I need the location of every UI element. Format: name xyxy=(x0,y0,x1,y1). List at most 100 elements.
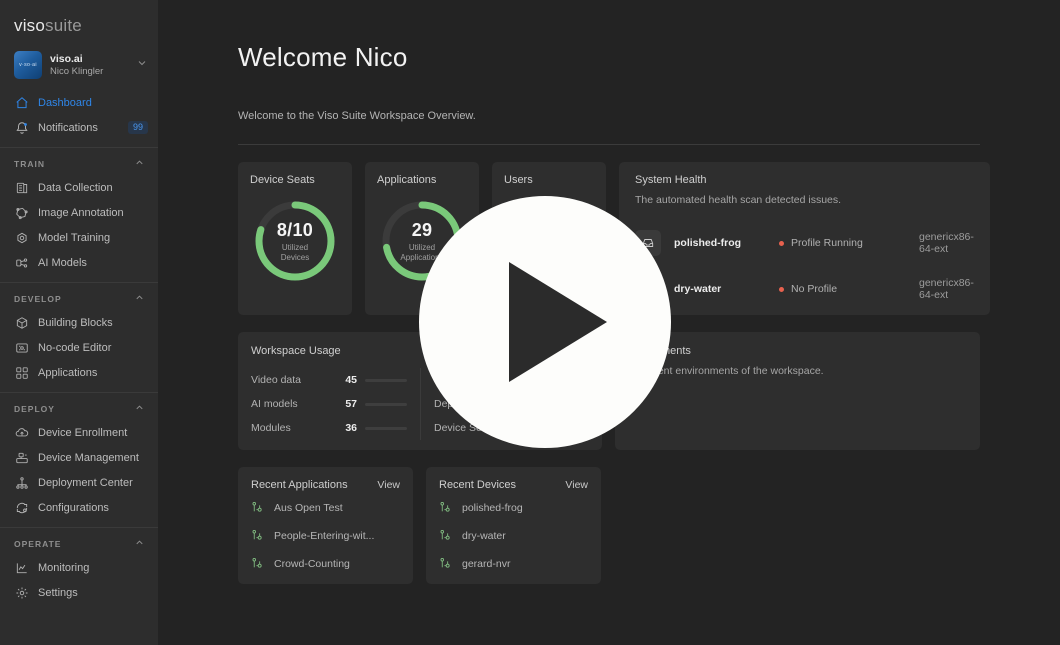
sidebar-item-label: Notifications xyxy=(38,121,98,134)
node-icon xyxy=(439,529,453,542)
page-subtitle: Welcome to the Viso Suite Workspace Over… xyxy=(238,110,476,122)
list-item[interactable]: gerard-nvr xyxy=(439,552,588,575)
list-item[interactable]: People-Entering-wit... xyxy=(251,524,400,547)
sidebar-item-monitoring[interactable]: Monitoring xyxy=(0,555,158,580)
donut-value: 29 xyxy=(411,219,433,240)
account-name: viso.ai xyxy=(50,52,83,65)
device-arch: genericx86-64-ext xyxy=(919,277,974,301)
account-switcher[interactable]: v·so·ai viso.ai Nico Klingler xyxy=(0,46,158,84)
donut-caption-2: Devices xyxy=(280,252,310,262)
notification-badge: 99 xyxy=(127,120,148,135)
node-icon xyxy=(439,557,453,570)
table-row[interactable]: dry-water No Profile genericx86-64-ext xyxy=(635,266,974,312)
sidebar-item-building-blocks[interactable]: Building Blocks xyxy=(0,310,158,335)
card-users[interactable]: Users xyxy=(492,162,606,315)
card-system-health: System Health The automated health scan … xyxy=(619,162,990,315)
section-title: OPERATE xyxy=(14,538,62,549)
sidebar-item-image-annotation[interactable]: Image Annotation xyxy=(0,200,158,225)
sidebar-item-dashboard[interactable]: Dashboard xyxy=(0,90,158,115)
sidebar-item-data-collection[interactable]: Data Collection xyxy=(0,175,158,200)
config-gear-icon xyxy=(14,500,29,515)
sidebar-item-label: Image Annotation xyxy=(38,206,124,219)
card-recent-devices: Recent Devices View polished-frog dry-wa… xyxy=(426,467,601,584)
sidebar-item-settings[interactable]: Settings xyxy=(0,580,158,605)
section-title: DEPLOY xyxy=(14,403,55,414)
list-item-label: People-Entering-wit... xyxy=(274,529,375,542)
device-arch: genericx86-64-ext xyxy=(919,231,974,255)
section-title: TRAIN xyxy=(14,158,45,169)
database-icon xyxy=(14,180,29,195)
status-dot-icon xyxy=(779,240,784,246)
status-badge: Profile Running xyxy=(779,237,919,249)
sidebar-item-applications[interactable]: Applications xyxy=(0,360,158,385)
app-window: visosuite v·so·ai viso.ai Nico Klingler … xyxy=(0,0,1060,645)
list-item-label: polished-frog xyxy=(462,501,523,514)
logo: visosuite xyxy=(0,0,158,46)
usage-value: 36 xyxy=(345,422,357,434)
sidebar-item-device-management[interactable]: Device Management xyxy=(0,445,158,470)
inbox-icon xyxy=(635,230,661,256)
donut-caption-1: Utilized xyxy=(281,242,309,252)
list-item-label: gerard-nvr xyxy=(462,557,511,570)
usage-row: Workspace Usage Video data 45 AI models … xyxy=(238,332,980,450)
card-applications[interactable]: Applications 29 Utilized Applications xyxy=(365,162,479,315)
card-device-seats[interactable]: Device Seats 8/10 Utilized Devices xyxy=(238,162,352,315)
card-title: Users xyxy=(504,174,533,186)
usage-label: Modules xyxy=(251,422,291,434)
models-icon xyxy=(14,255,29,270)
view-link[interactable]: View xyxy=(377,479,400,491)
list-item[interactable]: dry-water xyxy=(439,524,588,547)
list-item-label: Crowd-Counting xyxy=(274,557,350,570)
table-row[interactable]: polished-frog Profile Running genericx86… xyxy=(635,220,974,266)
sidebar-item-no-code-editor[interactable]: No-code Editor xyxy=(0,335,158,360)
sidebar-item-deployment-center[interactable]: Deployment Center xyxy=(0,470,158,495)
section-header-operate[interactable]: OPERATE xyxy=(0,528,158,555)
sidebar-item-label: AI Models xyxy=(38,256,87,269)
main-content: Welcome Nico Welcome to the Viso Suite W… xyxy=(158,0,1060,645)
sidebar-item-label: Monitoring xyxy=(38,561,90,574)
logo-primary: viso xyxy=(14,16,46,35)
card-workspace-usage: Workspace Usage Video data 45 AI models … xyxy=(238,332,602,450)
donut-caption-1: Utilized xyxy=(408,242,436,252)
card-title: Device Seats xyxy=(250,174,315,186)
usage-column-right: Dep Device Sea xyxy=(420,368,602,440)
section-header-train[interactable]: TRAIN xyxy=(0,148,158,175)
card-title: System Health xyxy=(635,174,707,186)
inbox-icon xyxy=(635,276,661,302)
sidebar-item-device-enrollment[interactable]: Device Enrollment xyxy=(0,420,158,445)
stats-row: Device Seats 8/10 Utilized Devices Appli… xyxy=(238,162,990,315)
sidebar-item-label: Device Management xyxy=(38,451,139,464)
donut-value: 8/10 xyxy=(276,219,314,240)
section-header-develop[interactable]: DEVELOP xyxy=(0,283,158,310)
training-icon xyxy=(14,230,29,245)
chart-icon xyxy=(14,560,29,575)
node-icon xyxy=(251,529,265,542)
usage-value: 45 xyxy=(345,374,357,386)
usage-label: Device Sea xyxy=(434,422,488,434)
donut-caption-2: Applications xyxy=(400,252,444,262)
card-subtitle: The automated health scan detected issue… xyxy=(635,194,842,206)
list-item[interactable]: polished-frog xyxy=(439,496,588,519)
section-header-deploy[interactable]: DEPLOY xyxy=(0,393,158,420)
sidebar-item-notifications[interactable]: Notifications 99 xyxy=(0,115,158,140)
sidebar-item-label: Configurations xyxy=(38,501,109,514)
annotation-icon xyxy=(14,205,29,220)
sidebar-item-configurations[interactable]: Configurations xyxy=(0,495,158,520)
view-link[interactable]: View xyxy=(565,479,588,491)
usage-label: AI models xyxy=(251,398,298,410)
sidebar-item-label: Building Blocks xyxy=(38,316,113,329)
sidebar-item-model-training[interactable]: Model Training xyxy=(0,225,158,250)
list-item[interactable]: Crowd-Counting xyxy=(251,552,400,575)
chevron-up-icon xyxy=(134,537,146,550)
usage-bar xyxy=(365,426,407,430)
sidebar-item-ai-models[interactable]: AI Models xyxy=(0,250,158,275)
avatar: v·so·ai xyxy=(14,51,42,79)
list-item: Device Sea xyxy=(434,416,589,440)
recent-row: Recent Applications View Aus Open Test P… xyxy=(238,467,980,584)
sidebar-item-label: No-code Editor xyxy=(38,341,112,354)
usage-label: Dep xyxy=(434,398,454,410)
chevron-up-icon xyxy=(134,292,146,305)
list-item[interactable]: Aus Open Test xyxy=(251,496,400,519)
sidebar: visosuite v·so·ai viso.ai Nico Klingler … xyxy=(0,0,158,645)
card-title: Applications xyxy=(377,174,437,186)
